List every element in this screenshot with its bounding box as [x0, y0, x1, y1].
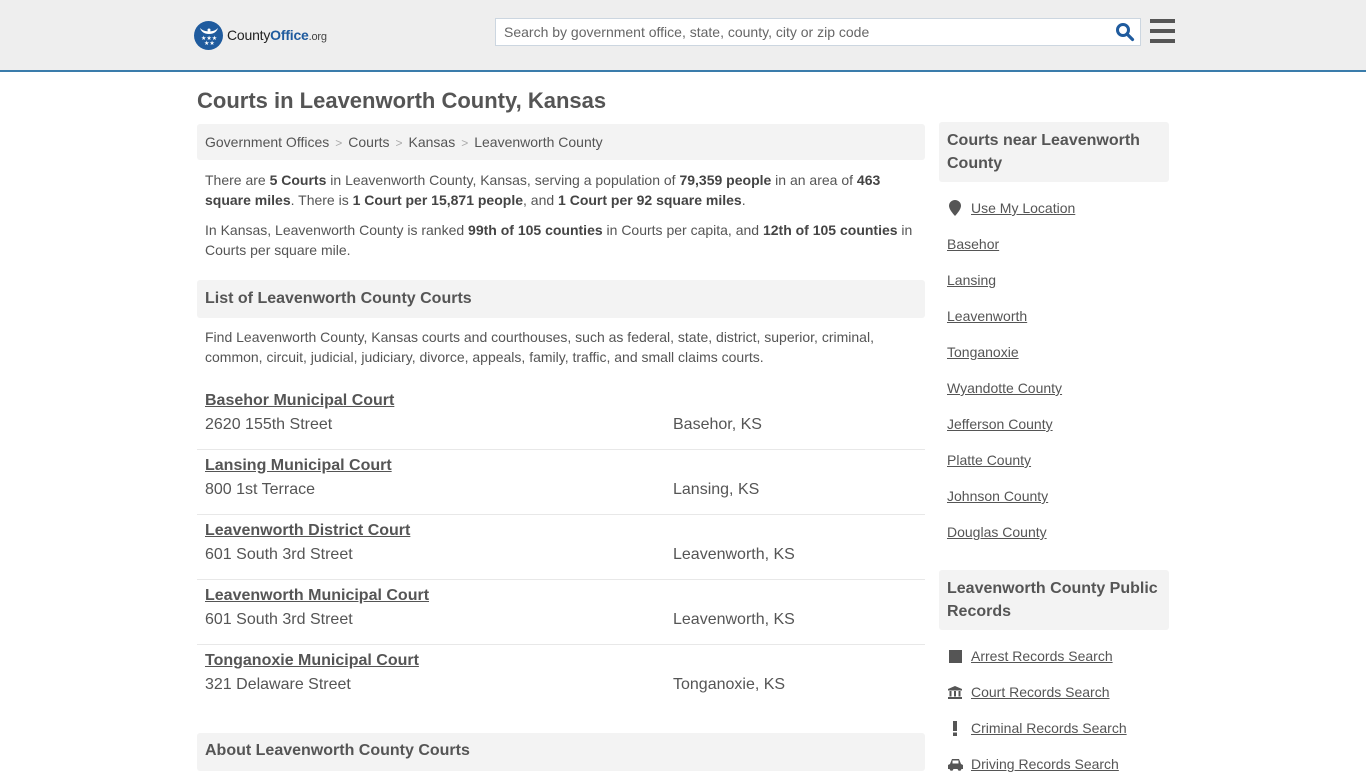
court-city: Leavenworth, KS — [673, 611, 795, 628]
page-title: Courts in Leavenworth County, Kansas — [197, 88, 607, 113]
court-list: Basehor Municipal Court 2620 155th Stree… — [197, 385, 925, 710]
court-records-link[interactable]: Court Records Search — [971, 684, 1110, 700]
courts-near-heading: Courts near Leavenworth County — [939, 122, 1169, 182]
records-link-item: Court Records Search — [947, 674, 1161, 710]
nearby-link-douglas-county[interactable]: Douglas County — [947, 524, 1047, 540]
hamburger-menu-icon-bar — [1150, 29, 1175, 33]
nearby-link-item: Basehor — [947, 226, 1161, 262]
site-header: ★★★ ★★ CountyOffice.org — [0, 0, 1366, 72]
court-list-description: Find Leavenworth County, Kansas courts a… — [205, 329, 874, 365]
court-name-link[interactable]: Basehor Municipal Court — [205, 391, 394, 411]
hamburger-menu-button[interactable] — [1150, 19, 1175, 43]
criminal-records-link[interactable]: Criminal Records Search — [971, 720, 1127, 736]
car-icon — [947, 758, 963, 771]
court-name-link[interactable]: Leavenworth District Court — [205, 521, 410, 541]
courthouse-icon — [947, 685, 963, 699]
records-link-item: Driving Records Search — [947, 746, 1161, 782]
hamburger-menu-icon-bar — [1150, 19, 1175, 23]
logo-wordmark: CountyOffice.org — [227, 27, 327, 43]
breadcrumb-courts[interactable]: Courts — [348, 134, 389, 150]
breadcrumb-leavenworth-county[interactable]: Leavenworth County — [474, 134, 602, 150]
arrest-records-link[interactable]: Arrest Records Search — [971, 648, 1113, 664]
nearby-link-item: Johnson County — [947, 478, 1161, 514]
court-name-link[interactable]: Lansing Municipal Court — [205, 456, 392, 476]
court-list-item: Basehor Municipal Court 2620 155th Stree… — [197, 385, 925, 450]
breadcrumb-separator: > — [395, 136, 403, 150]
court-list-heading: List of Leavenworth County Courts — [197, 280, 925, 318]
court-address: 321 Delaware Street — [205, 676, 351, 693]
square-icon — [947, 649, 963, 663]
nearby-link-item: Jefferson County — [947, 406, 1161, 442]
nearby-link-item: Lansing — [947, 262, 1161, 298]
summary-paragraph: There are 5 Courts in Leavenworth County… — [205, 172, 881, 208]
court-city: Basehor, KS — [673, 416, 762, 433]
site-logo[interactable]: ★★★ ★★ CountyOffice.org — [194, 20, 327, 50]
breadcrumb: Government Offices > Courts > Kansas > Leavenw… — [197, 124, 925, 160]
records-link-item: Criminal Records Search — [947, 710, 1161, 746]
breadcrumb-separator: > — [461, 136, 469, 150]
use-my-location-item: Use My Location — [947, 190, 1161, 226]
use-my-location-link[interactable]: Use My Location — [971, 200, 1075, 216]
driving-records-link[interactable]: Driving Records Search — [971, 756, 1119, 772]
courts-near-list: Use My Location Basehor Lansing Leavenwo… — [939, 190, 1169, 550]
court-city: Tonganoxie, KS — [673, 676, 786, 693]
nearby-link-lansing[interactable]: Lansing — [947, 272, 996, 288]
ranking-paragraph: In Kansas, Leavenworth County is ranked … — [205, 222, 913, 258]
breadcrumb-separator: > — [335, 136, 343, 150]
nearby-link-leavenworth[interactable]: Leavenworth — [947, 308, 1027, 324]
nearby-link-item: Douglas County — [947, 514, 1161, 550]
court-address: 601 South 3rd Street — [205, 611, 353, 628]
court-city: Leavenworth, KS — [673, 546, 795, 563]
court-address: 2620 155th Street — [205, 416, 333, 433]
nearby-link-item: Tonganoxie — [947, 334, 1161, 370]
court-list-item: Leavenworth Municipal Court 601 South 3r… — [197, 580, 925, 645]
nearby-link-wyandotte-county[interactable]: Wyandotte County — [947, 380, 1062, 396]
search-button[interactable] — [1110, 19, 1140, 45]
court-name-link[interactable]: Leavenworth Municipal Court — [205, 586, 429, 606]
nearby-link-jefferson-county[interactable]: Jefferson County — [947, 416, 1053, 432]
breadcrumb-government-offices[interactable]: Government Offices — [205, 134, 329, 150]
svg-text:★★: ★★ — [204, 40, 215, 45]
nearby-link-item: Platte County — [947, 442, 1161, 478]
breadcrumb-kansas[interactable]: Kansas — [409, 134, 456, 150]
court-address: 800 1st Terrace — [205, 481, 315, 498]
court-city: Lansing, KS — [673, 481, 760, 498]
nearby-link-item: Wyandotte County — [947, 370, 1161, 406]
sidebar: Courts near Leavenworth County Use My Lo… — [939, 122, 1169, 782]
court-list-item: Leavenworth District Court 601 South 3rd… — [197, 515, 925, 580]
court-address: 601 South 3rd Street — [205, 546, 353, 563]
search-input[interactable] — [496, 19, 1110, 45]
public-records-list: Arrest Records Search Court Records Sear… — [939, 638, 1169, 782]
nearby-link-basehor[interactable]: Basehor — [947, 236, 999, 252]
nearby-link-item: Leavenworth — [947, 298, 1161, 334]
map-marker-icon — [947, 200, 963, 216]
nearby-link-johnson-county[interactable]: Johnson County — [947, 488, 1048, 504]
search-icon — [1116, 23, 1135, 42]
records-link-item: Arrest Records Search — [947, 638, 1161, 674]
court-list-item: Lansing Municipal Court 800 1st Terrace … — [197, 450, 925, 515]
nearby-link-platte-county[interactable]: Platte County — [947, 452, 1031, 468]
about-courts-heading: About Leavenworth County Courts — [197, 733, 925, 771]
court-name-link[interactable]: Tonganoxie Municipal Court — [205, 651, 419, 671]
exclamation-icon — [947, 720, 963, 736]
court-list-item: Tonganoxie Municipal Court 321 Delaware … — [197, 645, 925, 710]
main-content: Government Offices > Courts > Kansas > Leavenw… — [197, 124, 925, 710]
search-bar — [495, 18, 1141, 46]
hamburger-menu-icon-bar — [1150, 39, 1175, 43]
nearby-link-tonganoxie[interactable]: Tonganoxie — [947, 344, 1019, 360]
eagle-stars-logo-icon: ★★★ ★★ — [194, 20, 223, 50]
public-records-heading: Leavenworth County Public Records — [939, 570, 1169, 630]
